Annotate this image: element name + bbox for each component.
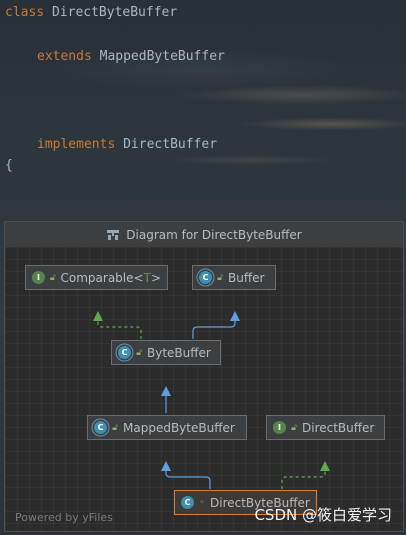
interface-icon: I	[32, 271, 45, 284]
code-line-brace: {	[5, 158, 13, 173]
arrow-directbuffer	[320, 461, 330, 471]
link-bytebuffer-buffer	[192, 315, 236, 339]
node-label: MappedByteBuffer	[123, 420, 235, 435]
superclass-name: MappedByteBuffer	[99, 49, 225, 64]
arrow-buffer	[230, 311, 240, 321]
arrow-bytebuffer	[161, 386, 171, 396]
link-direct-directbuffer	[281, 465, 326, 489]
popup-header[interactable]: Diagram for DirectByteBuffer	[5, 222, 403, 248]
keyword-class: class	[5, 5, 45, 20]
arrow-mappedbytebuffer	[161, 461, 171, 471]
powered-by-label: Powered by yFiles	[15, 511, 113, 524]
link-bytebuffer-comparable	[97, 315, 142, 339]
node-buffer[interactable]: C 🔓︎ Buffer	[192, 265, 276, 290]
lock-icon: 🔓︎	[136, 347, 142, 358]
node-label: Buffer	[228, 270, 265, 285]
arrow-comparable	[93, 311, 103, 321]
class-icon: C	[181, 496, 194, 509]
keyword-implements: implements	[37, 137, 116, 152]
class-name: DirectByteBuffer	[51, 5, 178, 20]
lock-icon: 🔓︎	[49, 272, 56, 283]
lock-icon: 🔓︎	[217, 272, 223, 283]
popup-title: Diagram for DirectByteBuffer	[126, 227, 302, 242]
lock-icon: 🔓︎	[291, 422, 297, 433]
node-comparable[interactable]: I 🔓︎ Comparable<T>	[25, 265, 168, 290]
lock-icon: 🔓︎	[112, 422, 118, 433]
node-mappedbytebuffer[interactable]: C 🔓︎ MappedByteBuffer	[87, 415, 247, 440]
abstract-class-icon: C	[118, 346, 131, 359]
diagram-popup[interactable]: Diagram for DirectByteBuffer I 🔓︎ Compar…	[4, 221, 404, 532]
abstract-class-icon: C	[94, 421, 107, 434]
code-line-class: class DirectByteBuffer	[5, 5, 177, 20]
diagram-icon	[107, 229, 120, 240]
node-label: ByteBuffer	[147, 345, 211, 360]
interface-icon: I	[273, 421, 286, 434]
node-directbuffer[interactable]: I 🔓︎ DirectBuffer	[266, 415, 385, 440]
code-line-extends: extends MappedByteBuffer	[37, 49, 225, 64]
link-direct-mapped	[165, 465, 211, 489]
code-line-implements: implements DirectBuffer	[37, 137, 217, 152]
node-label: Comparable<T>	[60, 270, 161, 285]
watermark: CSDN @筱白爱学习	[254, 506, 392, 524]
node-label: DirectBuffer	[302, 420, 375, 435]
node-bytebuffer[interactable]: C 🔓︎ ByteBuffer	[111, 340, 221, 365]
diagram-canvas[interactable]: I 🔓︎ Comparable<T> C 🔓︎ Buffer C 🔓︎ Byte…	[5, 247, 403, 531]
abstract-class-icon: C	[199, 271, 212, 284]
interface-name: DirectBuffer	[123, 137, 218, 152]
package-private-icon: ◦	[199, 497, 205, 508]
keyword-extends: extends	[37, 49, 92, 64]
